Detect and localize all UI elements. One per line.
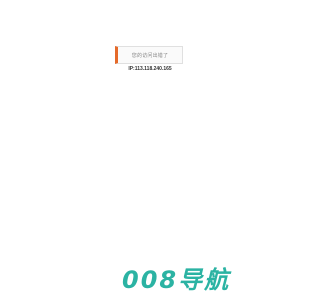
page: 您的访问出错了 IP:113.118.240.165 008导航	[0, 0, 300, 300]
error-notice-text: 您的访问出错了	[131, 52, 169, 59]
ip-address-text: IP:113.118.240.165	[128, 66, 172, 72]
brand-logo[interactable]: 008导航	[122, 262, 230, 294]
error-notice-box: 您的访问出错了	[115, 46, 183, 64]
